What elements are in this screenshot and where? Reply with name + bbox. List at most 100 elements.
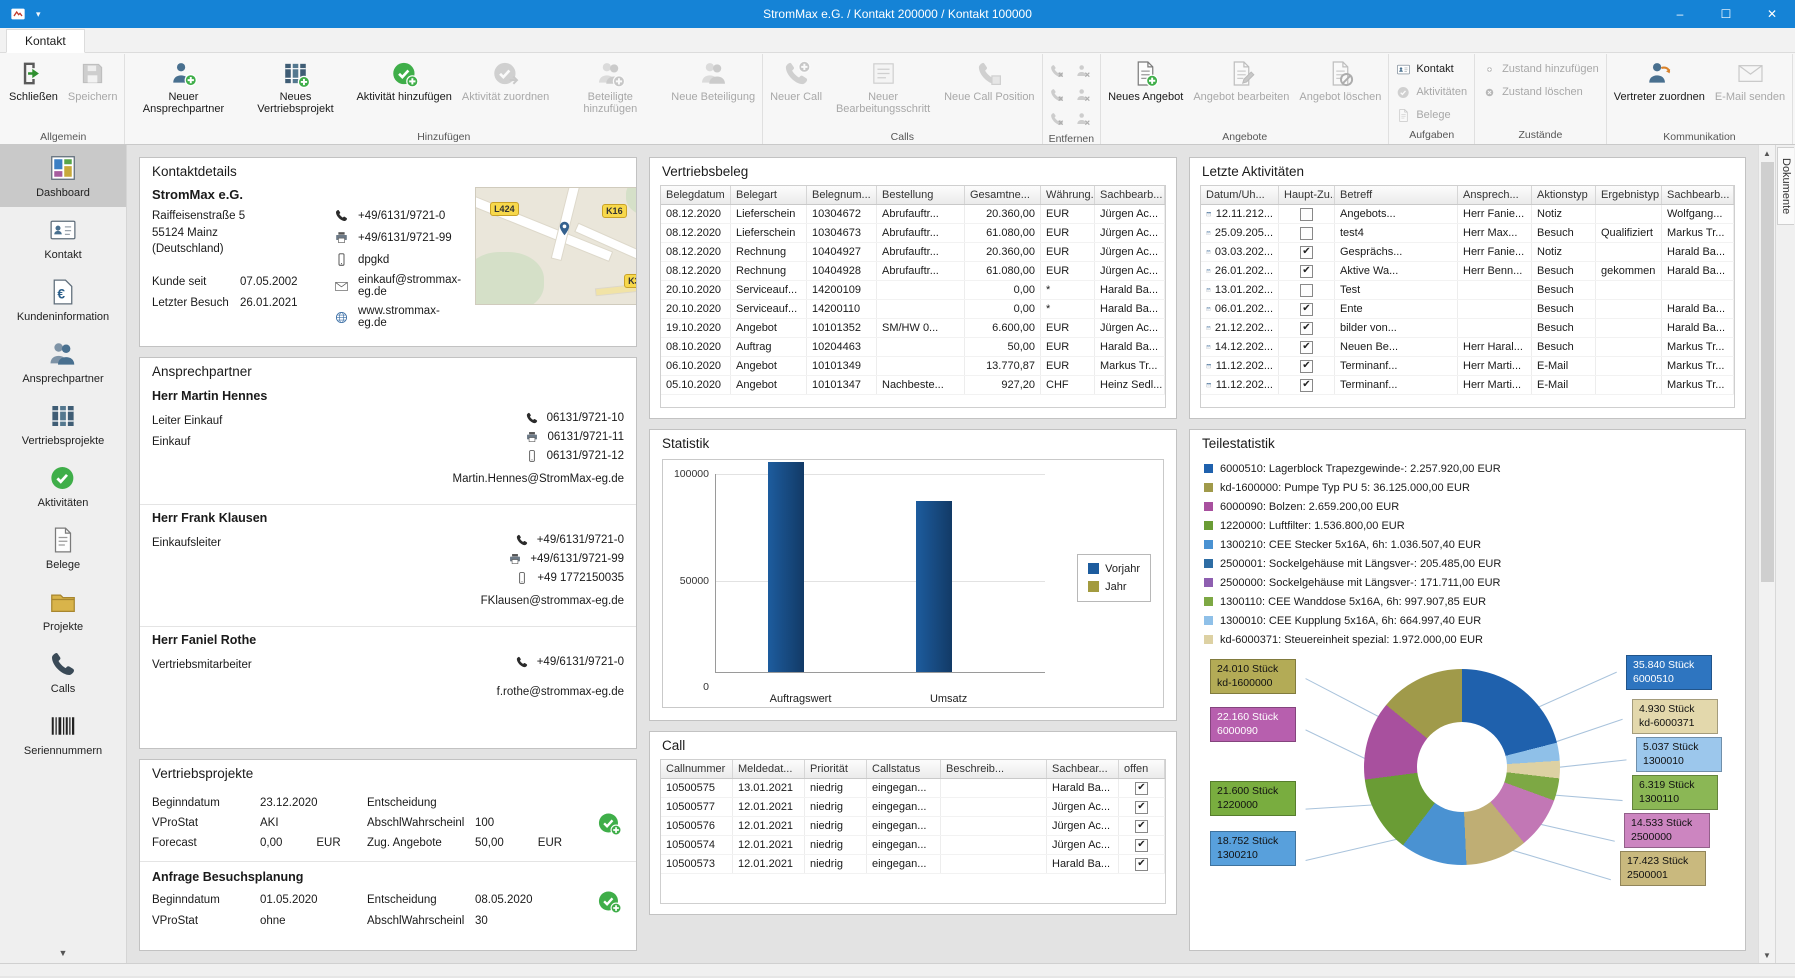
remove-call-button[interactable] xyxy=(1045,107,1069,131)
table-row[interactable]: 1050057712.01.2021niedrigeingegan...Jürg… xyxy=(661,798,1165,817)
close-button[interactable]: ✕ xyxy=(1749,0,1795,28)
column-header[interactable]: Beschreib... xyxy=(941,760,1047,778)
neuer-bearbeitungsschritt-button[interactable]: Neuer Bearbeitungsschritt xyxy=(827,55,939,129)
belege-button[interactable]: Belege xyxy=(1391,105,1455,125)
column-header[interactable]: Datum/Uh... xyxy=(1201,186,1279,204)
aktivitaet-hinzufuegen-button[interactable]: Aktivität hinzufügen xyxy=(351,55,456,129)
table-row[interactable]: 08.12.2020Lieferschein10304672Abrufauftr… xyxy=(661,205,1165,224)
neue-call-position-button[interactable]: Neue Call Position xyxy=(939,55,1040,129)
column-header[interactable]: Aktionstyp xyxy=(1532,186,1596,204)
neuer-ansprechpartner-button[interactable]: Neuer Ansprechpartner xyxy=(127,55,239,129)
table-row[interactable]: 06.10.2020Angebot1010134913.770,87EURMar… xyxy=(661,357,1165,376)
table-row[interactable]: 08.12.2020Rechnung10404927Abrufauftr...2… xyxy=(661,243,1165,262)
column-header[interactable]: Callstatus xyxy=(867,760,941,778)
table-row[interactable]: 20.10.2020Serviceauf...142001100,00*Hara… xyxy=(661,300,1165,319)
checkbox[interactable] xyxy=(1135,782,1148,795)
angebot-bearbeiten-button[interactable]: Angebot bearbeiten xyxy=(1188,55,1294,129)
remove-person-button[interactable] xyxy=(1071,107,1095,131)
neuer-call-button[interactable]: Neuer Call xyxy=(765,55,827,129)
column-header[interactable]: Callnummer xyxy=(661,760,733,778)
table-row[interactable]: 1050057513.01.2021niedrigeingegan...Hara… xyxy=(661,779,1165,798)
column-header[interactable]: Sachbearb... xyxy=(1095,186,1165,204)
column-header[interactable]: Sachbearb... xyxy=(1662,186,1734,204)
checkbox[interactable] xyxy=(1300,227,1313,240)
table-row[interactable]: 06.01.202...EnteBesuchHarald Ba... xyxy=(1201,300,1734,319)
tab-kontakt[interactable]: Kontakt xyxy=(6,29,85,53)
sidebar-item-projekte[interactable]: Projekte xyxy=(0,579,126,641)
table-row[interactable]: 11.12.202...Terminanf...Herr Marti...E-M… xyxy=(1201,376,1734,395)
table-row[interactable]: 08.10.2020Auftrag1020446350,00EURHarald … xyxy=(661,338,1165,357)
column-header[interactable]: offen xyxy=(1119,760,1165,778)
checkbox[interactable] xyxy=(1300,303,1313,316)
table-row[interactable]: 11.12.202...Terminanf...Herr Marti...E-M… xyxy=(1201,357,1734,376)
checkbox[interactable] xyxy=(1300,360,1313,373)
checkbox[interactable] xyxy=(1135,839,1148,852)
checkbox[interactable] xyxy=(1300,322,1313,335)
remove-person-button[interactable] xyxy=(1071,83,1095,107)
column-header[interactable]: Ansprech... xyxy=(1458,186,1532,204)
sidebar-item-seriennummern[interactable]: Seriennummern xyxy=(0,703,126,765)
beteiligte-hinzufuegen-button[interactable]: Beteiligte hinzufügen xyxy=(554,55,666,129)
quick-access-arrow[interactable]: ▾ xyxy=(36,9,41,20)
table-row[interactable]: 03.03.202...Gesprächs...Herr Fanie...Not… xyxy=(1201,243,1734,262)
sidebar-item-kundeninformation[interactable]: €Kundeninformation xyxy=(0,269,126,331)
scroll-up-icon[interactable]: ▲ xyxy=(1759,145,1775,161)
column-header[interactable]: Sachbear... xyxy=(1047,760,1119,778)
table-row[interactable]: 12.11.212...Angebots...Herr Fanie...Noti… xyxy=(1201,205,1734,224)
map[interactable]: L424K16K3 xyxy=(475,187,637,305)
schliessen-button[interactable]: Schließen xyxy=(4,55,63,129)
checkbox[interactable] xyxy=(1135,820,1148,833)
table-row[interactable]: 26.01.202...Aktive Wa...Herr Benn...Besu… xyxy=(1201,262,1734,281)
neues-angebot-button[interactable]: Neues Angebot xyxy=(1103,55,1188,129)
column-header[interactable]: Bestellung xyxy=(877,186,965,204)
table-row[interactable]: 21.12.202...bilder von...BesuchHarald Ba… xyxy=(1201,319,1734,338)
checkbox[interactable] xyxy=(1300,265,1313,278)
table-row[interactable]: 1050057412.01.2021niedrigeingegan...Jürg… xyxy=(661,836,1165,855)
table-row[interactable]: 05.10.2020Angebot10101347Nachbeste...927… xyxy=(661,376,1165,395)
column-header[interactable]: Betreff xyxy=(1335,186,1458,204)
remove-person-button[interactable] xyxy=(1071,59,1095,83)
angebot-loeschen-button[interactable]: Angebot löschen xyxy=(1294,55,1386,129)
aktivitaeten-button[interactable]: Aktivitäten xyxy=(1391,82,1472,102)
column-header[interactable]: Belegdatum xyxy=(661,186,731,204)
sidebar-scroll-down-icon[interactable]: ▼ xyxy=(0,943,126,963)
remove-call-button[interactable] xyxy=(1045,83,1069,107)
checkbox[interactable] xyxy=(1300,284,1313,297)
checkbox[interactable] xyxy=(1135,801,1148,814)
column-header[interactable]: Priorität xyxy=(805,760,867,778)
sidebar-item-belege[interactable]: Belege xyxy=(0,517,126,579)
sidebar-item-ansprechpartner[interactable]: Ansprechpartner xyxy=(0,331,126,393)
checkbox[interactable] xyxy=(1300,379,1313,392)
checkbox[interactable] xyxy=(1300,208,1313,221)
column-header[interactable]: Ergebnistyp xyxy=(1596,186,1662,204)
neues-vertriebsprojekt-button[interactable]: Neues Vertriebsprojekt xyxy=(239,55,351,129)
sidebar-item-dashboard[interactable]: Dashboard xyxy=(0,145,126,207)
column-header[interactable]: Meldedat... xyxy=(733,760,805,778)
e-mail-senden-button[interactable]: E-Mail senden xyxy=(1710,55,1790,129)
speichern-button[interactable]: Speichern xyxy=(63,55,123,129)
add-activity-button[interactable] xyxy=(596,810,622,836)
vertical-scrollbar[interactable]: ▲ ▼ xyxy=(1758,145,1775,963)
table-row[interactable]: 08.12.2020Rechnung10404928Abrufauftr...6… xyxy=(661,262,1165,281)
column-header[interactable]: Währung... xyxy=(1041,186,1095,204)
table-row[interactable]: 14.12.202...Neuen Be...Herr Haral...Besu… xyxy=(1201,338,1734,357)
sidebar-item-aktivitaeten[interactable]: Aktivitäten xyxy=(0,455,126,517)
table-row[interactable]: 08.12.2020Lieferschein10304673Abrufauftr… xyxy=(661,224,1165,243)
table-row[interactable]: 1050057612.01.2021niedrigeingegan...Jürg… xyxy=(661,817,1165,836)
checkbox[interactable] xyxy=(1300,246,1313,259)
column-header[interactable]: Haupt-Zu... xyxy=(1279,186,1335,204)
table-row[interactable]: 1050057312.01.2021niedrigeingegan...Hara… xyxy=(661,855,1165,874)
maximize-button[interactable]: ☐ xyxy=(1703,0,1749,28)
kontakt-button[interactable]: Kontakt xyxy=(1391,59,1458,79)
table-row[interactable]: 19.10.2020Angebot10101352SM/HW 0...6.600… xyxy=(661,319,1165,338)
zustand-hinzufuegen-button[interactable]: Zustand hinzufügen xyxy=(1477,59,1604,79)
table-row[interactable]: 13.01.202...TestBesuch xyxy=(1201,281,1734,300)
zustand-loeschen-button[interactable]: Zustand löschen xyxy=(1477,82,1588,102)
aktivitaet-zuordnen-button[interactable]: Aktivität zuordnen xyxy=(457,55,554,129)
vertreter-zuordnen-button[interactable]: Vertreter zuordnen xyxy=(1609,55,1710,129)
sidebar-item-kontakt[interactable]: Kontakt xyxy=(0,207,126,269)
sidebar-item-vertriebsprojekte[interactable]: Vertriebsprojekte xyxy=(0,393,126,455)
tab-dokumente[interactable]: Dokumente xyxy=(1777,147,1794,225)
table-row[interactable]: 20.10.2020Serviceauf...142001090,00*Hara… xyxy=(661,281,1165,300)
app-icon[interactable] xyxy=(8,6,28,22)
